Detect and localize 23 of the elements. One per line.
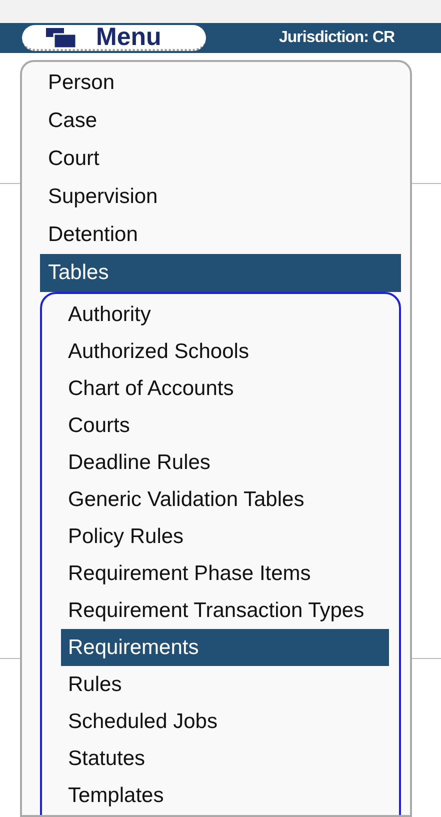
submenu-item[interactable]: Authority — [61, 296, 389, 333]
submenu-item[interactable]: Rules — [61, 666, 389, 703]
windows-icon — [46, 26, 76, 48]
submenu-item[interactable]: Courts — [61, 407, 389, 444]
menu-item[interactable]: Tables — [40, 254, 401, 292]
submenu-item[interactable]: Statutes — [61, 740, 389, 777]
menu-item[interactable]: Supervision — [40, 178, 401, 216]
menu-item[interactable]: Court — [40, 140, 401, 178]
submenu-item[interactable]: Templates — [61, 777, 389, 814]
submenu-item[interactable]: Chart of Accounts — [61, 370, 389, 407]
menu-button[interactable]: Menu — [22, 25, 206, 51]
submenu-item[interactable]: Authorized Schools — [61, 333, 389, 370]
menu-item[interactable]: Case — [40, 102, 401, 140]
submenu-item[interactable]: Requirement Phase Items — [61, 555, 389, 592]
jurisdiction-label: Jurisdiction: CR — [279, 28, 395, 48]
menu-item[interactable]: Detention — [40, 216, 401, 254]
submenu-item[interactable]: Scheduled Jobs — [61, 703, 389, 740]
submenu-item[interactable]: Requirements — [61, 629, 389, 666]
submenu-item[interactable]: Generic Validation Tables — [61, 481, 389, 518]
menu-item[interactable]: Person — [40, 64, 401, 102]
submenu-item[interactable]: Deadline Rules — [61, 444, 389, 481]
submenu-item[interactable]: Requirement Transaction Types — [61, 592, 389, 629]
submenu-item[interactable]: Policy Rules — [61, 518, 389, 555]
